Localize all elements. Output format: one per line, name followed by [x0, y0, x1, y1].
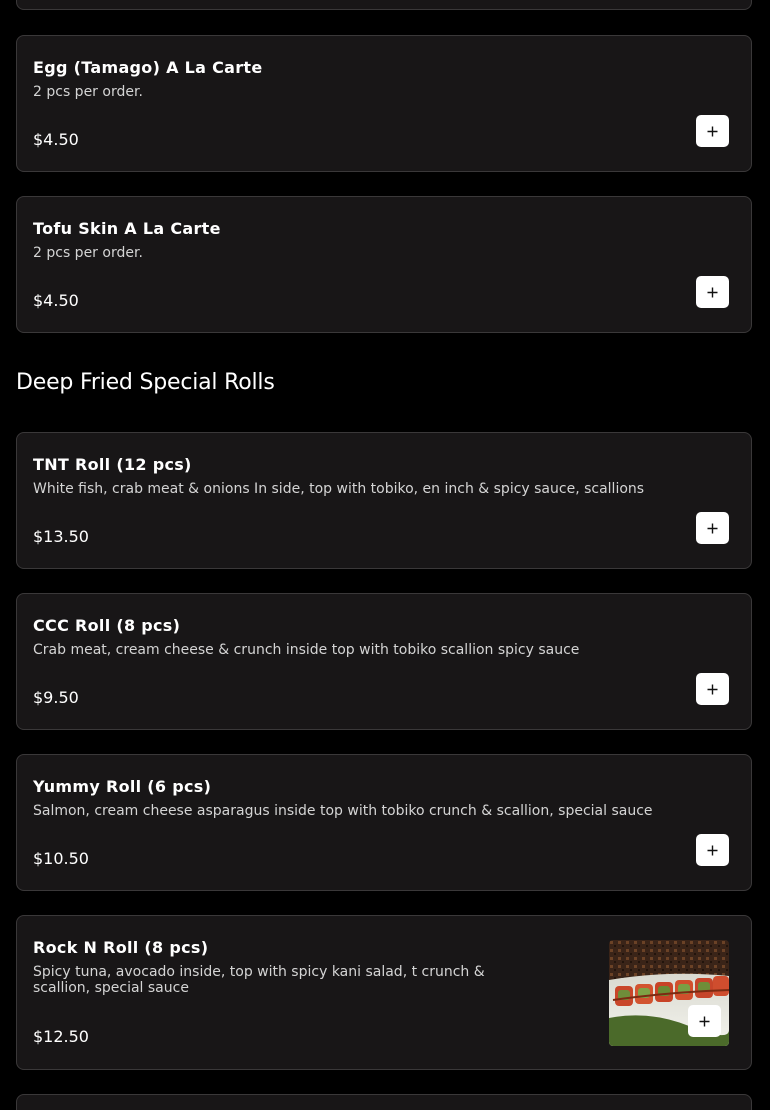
menu-item-price: $4.50 [33, 130, 79, 149]
plus-icon [699, 1016, 710, 1026]
menu-item-card[interactable]: Egg (Tamago) A La Carte 2 pcs per order.… [16, 35, 752, 172]
menu-item-card-partial[interactable] [16, 0, 752, 10]
menu-item-description: Salmon, cream cheese asparagus inside to… [33, 803, 653, 819]
menu-item-price: $12.50 [33, 1027, 89, 1046]
menu-item-price: $10.50 [33, 849, 89, 868]
menu-item-name: TNT Roll (12 pcs) [33, 455, 192, 474]
section-title: Deep Fried Special Rolls [16, 370, 275, 395]
menu-item-description: Spicy tuna, avocado inside, top with spi… [33, 964, 485, 996]
add-item-button[interactable] [696, 673, 729, 705]
menu-item-card[interactable]: CCC Roll (8 pcs) Crab meat, cream cheese… [16, 593, 752, 730]
plus-icon [707, 523, 718, 533]
plus-icon [707, 287, 718, 297]
menu-item-name: Tofu Skin A La Carte [33, 219, 221, 238]
menu-item-description: 2 pcs per order. [33, 245, 143, 261]
menu-item-price: $13.50 [33, 527, 89, 546]
menu-item-card-partial[interactable] [16, 1094, 752, 1110]
plus-icon [707, 845, 718, 855]
menu-item-card[interactable]: Rock N Roll (8 pcs) Spicy tuna, avocado … [16, 915, 752, 1070]
menu-item-card[interactable]: Yummy Roll (6 pcs) Salmon, cream cheese … [16, 754, 752, 891]
menu-item-price: $4.50 [33, 291, 79, 310]
add-item-button[interactable] [696, 834, 729, 866]
add-item-button[interactable] [688, 1005, 721, 1037]
menu-item-price: $9.50 [33, 688, 79, 707]
plus-icon [707, 126, 718, 136]
menu-item-name: Egg (Tamago) A La Carte [33, 58, 263, 77]
menu-item-card[interactable]: Tofu Skin A La Carte 2 pcs per order. $4… [16, 196, 752, 333]
menu-item-description: 2 pcs per order. [33, 84, 143, 100]
menu-item-description: Crab meat, cream cheese & crunch inside … [33, 642, 580, 658]
menu-item-name: CCC Roll (8 pcs) [33, 616, 181, 635]
menu-page: Egg (Tamago) A La Carte 2 pcs per order.… [0, 0, 770, 1110]
add-item-button[interactable] [696, 115, 729, 147]
plus-icon [707, 684, 718, 694]
add-item-button[interactable] [696, 276, 729, 308]
add-item-button[interactable] [696, 512, 729, 544]
menu-item-card[interactable]: TNT Roll (12 pcs) White fish, crab meat … [16, 432, 752, 569]
menu-item-name: Yummy Roll (6 pcs) [33, 777, 212, 796]
menu-item-description: White fish, crab meat & onions In side, … [33, 481, 645, 497]
menu-item-name: Rock N Roll (8 pcs) [33, 938, 209, 957]
